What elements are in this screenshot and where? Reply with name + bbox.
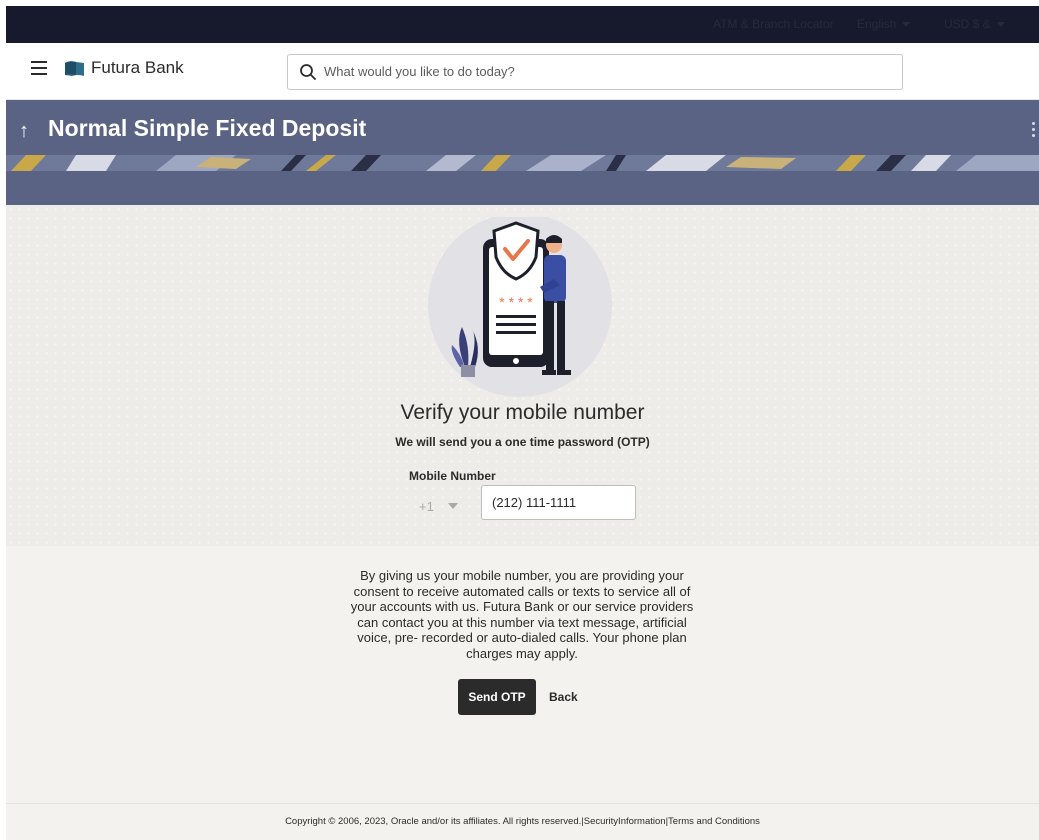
banner-pattern-stripe: [6, 155, 1039, 171]
copyright-text: Copyright © 2006, 2023, Oracle and/or it…: [285, 816, 582, 827]
verify-panel: * * * * Verify your mobile number We wil…: [6, 205, 1039, 546]
chevron-down-icon: [996, 21, 1005, 27]
language-selector[interactable]: English: [857, 17, 911, 31]
otp-verification-illustration: * * * *: [428, 217, 612, 397]
page-footer: Copyright © 2006, 2023, Oracle and/or it…: [6, 803, 1039, 840]
atm-branch-label: ATM & Branch Locator: [713, 17, 834, 31]
mobile-number-input[interactable]: [481, 485, 636, 520]
country-code-select[interactable]: +1: [409, 489, 475, 523]
back-button[interactable]: Back: [547, 679, 580, 715]
security-information-link[interactable]: SecurityInformation: [584, 816, 666, 827]
footer-line: Copyright © 2006, 2023, Oracle and/or it…: [6, 816, 1039, 827]
terms-conditions-link[interactable]: Terms and Conditions: [668, 816, 760, 827]
country-code-value: +1: [419, 498, 434, 514]
chevron-down-icon: [902, 21, 911, 27]
verify-title: Verify your mobile number: [400, 401, 645, 424]
mobile-number-label: Mobile Number: [409, 469, 496, 483]
currency-selector[interactable]: USD $ &: [944, 17, 1005, 31]
language-label: English: [857, 17, 897, 31]
app-header: Futura Bank: [6, 43, 1039, 100]
app-window: ATM & Branch Locator English USD $ & Fut…: [6, 6, 1039, 840]
search-bar[interactable]: [287, 54, 903, 90]
currency-label: USD $ &: [944, 17, 991, 31]
kebab-menu-icon[interactable]: [1032, 122, 1035, 137]
send-otp-button[interactable]: Send OTP: [458, 679, 536, 715]
utility-bar: ATM & Branch Locator English USD $ &: [6, 6, 1039, 43]
brand-name[interactable]: Futura Bank: [91, 58, 184, 78]
page-title: Normal Simple Fixed Deposit: [48, 115, 367, 141]
search-icon[interactable]: [299, 63, 317, 81]
back-arrow-icon[interactable]: ↑: [19, 120, 29, 143]
verify-subtitle: We will send you a one time password (OT…: [395, 435, 650, 449]
hamburger-icon[interactable]: [31, 61, 47, 75]
pin-mask-text: * * * *: [499, 294, 533, 310]
atm-branch-locator-link[interactable]: ATM & Branch Locator: [713, 17, 834, 31]
consent-text: By giving us your mobile number, you are…: [350, 568, 694, 661]
chevron-down-icon: [447, 503, 458, 509]
page-banner: ↑ Normal Simple Fixed Deposit: [6, 100, 1039, 205]
search-input[interactable]: [324, 55, 884, 87]
bank-logo-icon: [65, 61, 84, 76]
